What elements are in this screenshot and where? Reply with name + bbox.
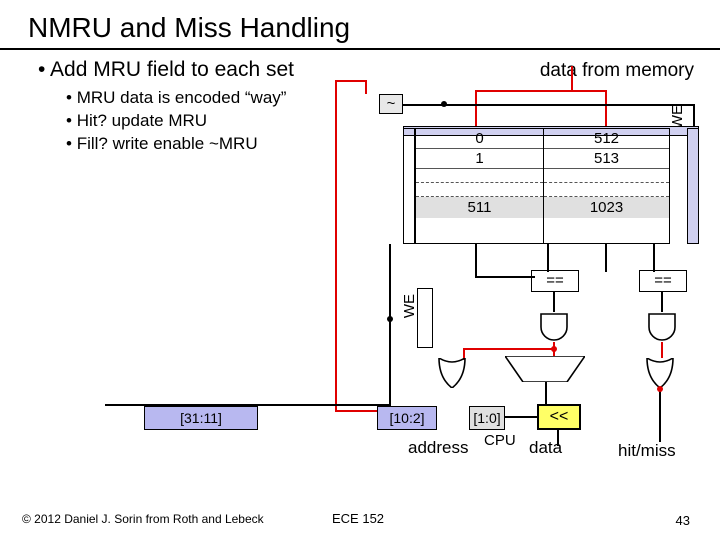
dot-red-icon (657, 386, 663, 392)
we-rect (417, 288, 433, 348)
wire-red (335, 80, 337, 412)
table-cell: 513 (544, 149, 669, 169)
course-code: ECE 152 (332, 511, 384, 526)
wire-red (661, 342, 663, 358)
addr-bits-lo: [1:0] (469, 406, 505, 430)
wire-red (365, 80, 367, 94)
copyright: © 2012 Daniel J. Sorin from Roth and Leb… (22, 512, 264, 526)
wire (693, 104, 695, 128)
wire-red (463, 348, 555, 350)
cpu-label: CPU (484, 432, 516, 449)
wire (605, 244, 607, 272)
wire-red (475, 90, 477, 130)
dot-icon (441, 101, 447, 107)
table-cell-dotted (416, 169, 543, 183)
diagram-area: ~ WE WE 0 1 511 512 513 (355, 94, 695, 434)
comparator-1: == (531, 270, 579, 292)
and-gate-2 (647, 312, 677, 342)
table-cell-dotted (416, 183, 543, 197)
tilde-box: ~ (379, 94, 403, 114)
wire-red (475, 90, 573, 92)
address-label: address (408, 438, 468, 458)
dot-icon (387, 316, 393, 322)
comparator-2: == (639, 270, 687, 292)
wire (475, 244, 477, 276)
page-number: 43 (676, 513, 690, 528)
wire-red (571, 90, 607, 92)
table-cell: 511 (416, 197, 543, 218)
table-left-pillar (403, 128, 415, 244)
and-gate-1 (539, 312, 569, 342)
wire-red (571, 66, 573, 92)
or-gate-2 (643, 358, 677, 388)
wire (389, 244, 391, 424)
wire (545, 382, 547, 406)
table-cell: 1023 (544, 197, 669, 218)
title-underline (0, 48, 720, 50)
wire (653, 244, 655, 272)
wire-red (335, 80, 367, 82)
shifter-box: << (537, 404, 581, 430)
table-cell: 1 (416, 149, 543, 169)
table-cell-dotted (544, 183, 669, 197)
wire (661, 292, 663, 312)
wire (547, 244, 549, 272)
addr-bits-hi: [31:11] (144, 406, 258, 430)
or-gate-1 (435, 358, 469, 388)
we-mid-label: WE (401, 294, 418, 318)
table-col-b: 512 513 1023 (543, 128, 670, 244)
slide-title: NMRU and Miss Handling (28, 12, 692, 44)
data-from-memory-label: data from memory (540, 60, 694, 82)
table-cell: 512 (544, 129, 669, 149)
addr-bits-mid: [10:2] (377, 406, 437, 430)
table-cell-dotted (544, 169, 669, 183)
table-cell: 0 (416, 129, 543, 149)
wire (659, 388, 661, 442)
data-label: data (529, 438, 562, 458)
wire-red (605, 90, 607, 130)
wire (553, 292, 555, 312)
mux-trapezoid (505, 356, 585, 382)
table-col-a: 0 1 511 (415, 128, 543, 244)
cache-table: 0 1 511 512 513 1023 (415, 128, 685, 244)
hitmiss-label: hit/miss (618, 441, 676, 461)
table-right-pillar (687, 128, 699, 244)
wire (475, 276, 535, 278)
